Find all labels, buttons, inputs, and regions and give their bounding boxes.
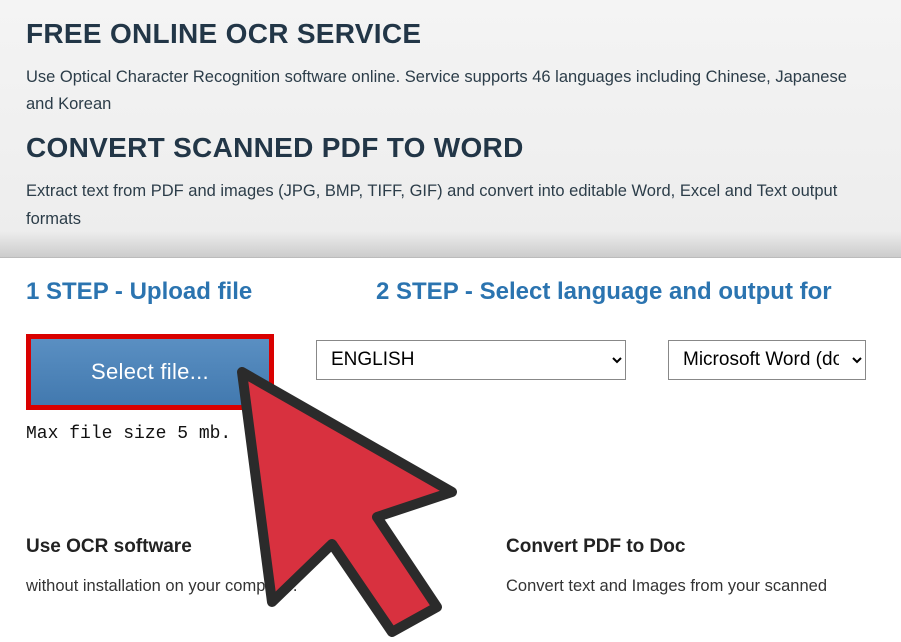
- promo-right: Convert PDF to Doc Convert text and Imag…: [506, 536, 901, 600]
- promo-left-body: without installation on your computer.: [26, 574, 436, 600]
- step-2-title: 2 STEP - Select language and output for: [376, 278, 832, 306]
- language-select[interactable]: ENGLISH: [316, 340, 626, 380]
- promo-left-title: Use OCR software: [26, 536, 436, 558]
- upload-column: Select file... Max file size 5 mb.: [26, 334, 274, 444]
- max-file-note: Max file size 5 mb.: [26, 424, 274, 444]
- language-column: ENGLISH: [316, 334, 626, 380]
- format-column: Microsoft Word (docx: [668, 334, 866, 380]
- promo-right-body: Convert text and Images from your scanne…: [506, 574, 901, 600]
- steps-row: 1 STEP - Upload file 2 STEP - Select lan…: [26, 278, 875, 306]
- secondary-heading: CONVERT SCANNED PDF TO WORD: [26, 132, 875, 164]
- header-band: FREE ONLINE OCR SERVICE Use Optical Char…: [0, 0, 901, 258]
- controls-row: Select file... Max file size 5 mb. ENGLI…: [26, 334, 875, 444]
- select-file-button[interactable]: Select file...: [31, 339, 269, 405]
- secondary-subtitle: Extract text from PDF and images (JPG, B…: [26, 178, 875, 232]
- step-1-title: 1 STEP - Upload file: [26, 278, 316, 306]
- promo-row: Use OCR software without installation on…: [26, 536, 875, 600]
- main-area: 1 STEP - Upload file 2 STEP - Select lan…: [0, 258, 901, 600]
- output-format-select[interactable]: Microsoft Word (docx: [668, 340, 866, 380]
- main-heading: FREE ONLINE OCR SERVICE: [26, 18, 875, 50]
- select-file-highlight: Select file...: [26, 334, 274, 410]
- promo-right-title: Convert PDF to Doc: [506, 536, 901, 558]
- main-subtitle: Use Optical Character Recognition softwa…: [26, 64, 875, 118]
- promo-left: Use OCR software without installation on…: [26, 536, 436, 600]
